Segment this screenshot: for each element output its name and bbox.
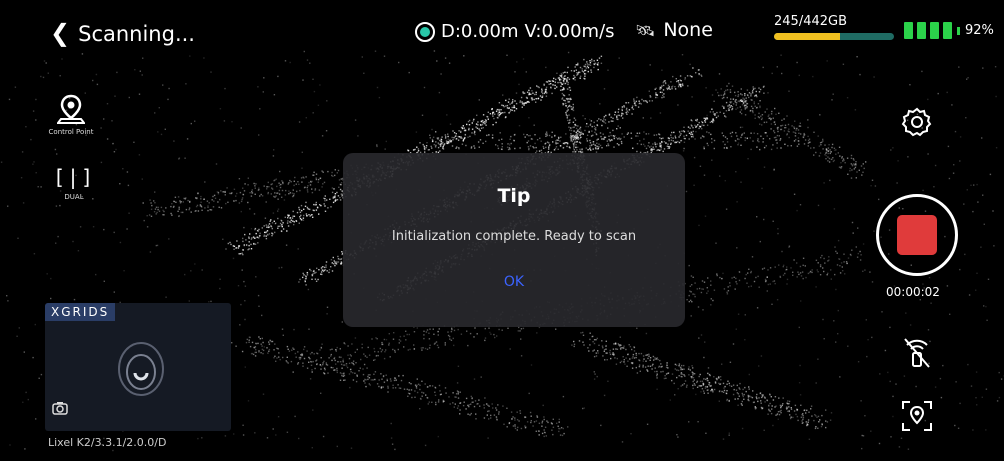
satellite-icon: 🛰 (635, 20, 656, 40)
storage-bar (774, 33, 894, 40)
satellite-status: 🛰 None (635, 19, 713, 41)
motion-metrics: D:0.00m V:0.00m/s (415, 21, 615, 42)
control-point-label: Control Point (48, 128, 94, 136)
settings-button[interactable] (901, 106, 933, 142)
battery-cell (917, 22, 926, 39)
dual-bracket-icon: [|] (52, 165, 96, 189)
dual-label: DUAL (64, 193, 84, 201)
dialog-title: Tip (497, 185, 531, 207)
record-dot-icon (415, 21, 435, 42)
record-button[interactable] (876, 194, 958, 276)
battery-cell (904, 22, 913, 39)
battery-nub (957, 26, 960, 35)
no-signal-icon (904, 338, 930, 368)
locate-icon (902, 401, 932, 431)
dialog-message: Initialization complete. Ready to scan (391, 229, 637, 244)
satellite-status-text: None (663, 19, 713, 41)
back-button[interactable]: ❮ Scanning... (50, 18, 195, 47)
battery-cell (943, 22, 952, 39)
camera-preview[interactable]: XGRIDS (45, 303, 231, 431)
page-title: Scanning... (78, 22, 195, 46)
control-point-button[interactable]: Control Point (43, 94, 99, 136)
storage-bar-fill (774, 33, 841, 40)
ok-button[interactable]: OK (504, 274, 524, 290)
battery-percent: 92% (965, 23, 994, 38)
velocity-readout: V:0.00m/s (524, 21, 615, 42)
chevron-left-icon: ❮ (50, 18, 71, 47)
distance-readout: D:0.00m (441, 21, 519, 42)
dual-button[interactable]: [|] DUAL (53, 165, 93, 201)
battery-indicator: 92% (904, 22, 994, 39)
camera-icon[interactable] (52, 401, 68, 415)
signal-toggle-button[interactable] (901, 335, 933, 373)
stop-icon (897, 215, 937, 255)
map-pin-icon (57, 94, 85, 124)
tip-dialog: Tip Initialization complete. Ready to sc… (343, 153, 685, 327)
brand-logo: XGRIDS (45, 303, 116, 321)
device-version-label: Lixel K2/3.3.1/2.0.0/D (48, 436, 167, 449)
storage-indicator: 245/442GB (774, 14, 894, 40)
storage-text: 245/442GB (774, 14, 847, 29)
device-logo-icon (118, 342, 164, 396)
recording-timer: 00:00:02 (886, 285, 940, 299)
locate-button[interactable] (901, 400, 933, 436)
battery-cell (930, 22, 939, 39)
gear-icon (901, 107, 932, 137)
